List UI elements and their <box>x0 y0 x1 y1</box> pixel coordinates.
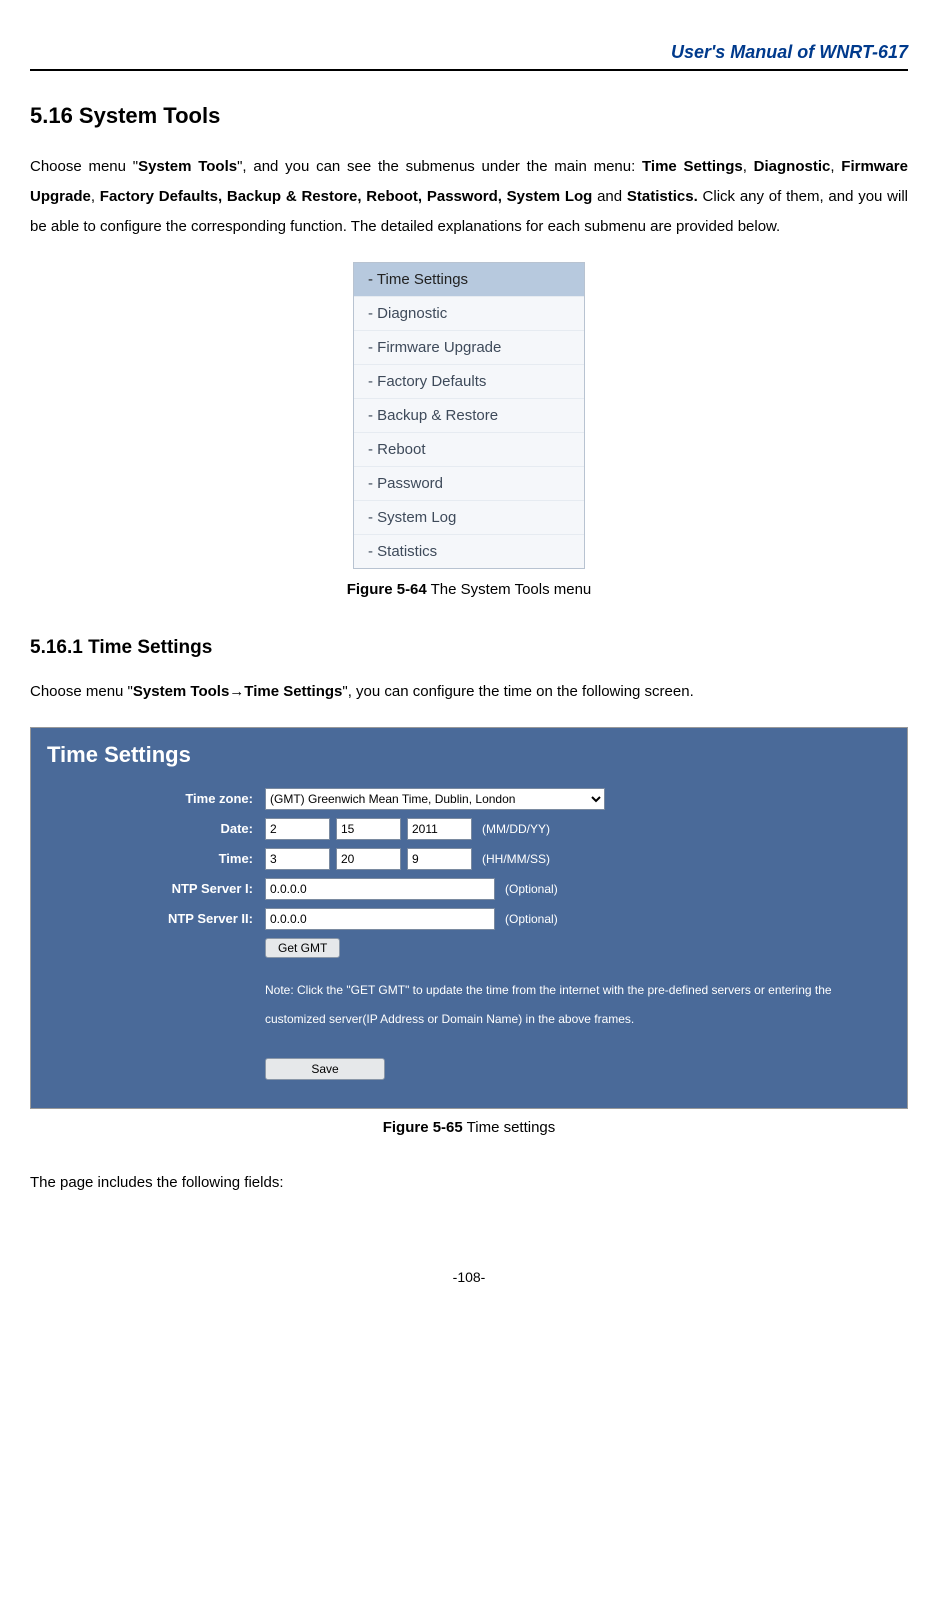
row-getgmt: Get GMT <box>43 938 895 958</box>
text: ", and you can see the submenus under th… <box>237 158 642 175</box>
text: Choose menu " <box>30 158 138 175</box>
date-month-input[interactable] <box>265 818 330 840</box>
menu-item-factory-defaults[interactable]: - Factory Defaults <box>354 365 584 399</box>
row-time: Time: (HH/MM/SS) <box>43 848 895 870</box>
trailing-text: The page includes the following fields: <box>30 1168 908 1198</box>
note-text: Note: Click the "GET GMT" to update the … <box>265 976 895 1034</box>
figure-text: The System Tools menu <box>427 581 592 598</box>
ntp2-hint: (Optional) <box>505 911 558 928</box>
section-intro: Choose menu "System Tools", and you can … <box>30 152 908 242</box>
text: ", you can configure the time on the fol… <box>342 683 693 700</box>
text: , <box>830 158 841 175</box>
text-bold: Diagnostic <box>754 158 831 175</box>
text-bold: Factory Defaults, Backup & Restore, Rebo… <box>100 188 593 205</box>
text-bold: System Tools <box>138 158 237 175</box>
text: , <box>743 158 754 175</box>
menu-item-backup-restore[interactable]: - Backup & Restore <box>354 399 584 433</box>
figure-caption-2: Figure 5-65 Time settings <box>30 1117 908 1138</box>
text: , <box>91 188 100 205</box>
menu-item-reboot[interactable]: - Reboot <box>354 433 584 467</box>
menu-item-system-log[interactable]: - System Log <box>354 501 584 535</box>
label-timezone: Time zone: <box>43 790 265 808</box>
time-settings-panel: Time Settings Time zone: (GMT) Greenwich… <box>30 727 908 1109</box>
panel-title: Time Settings <box>47 740 895 771</box>
system-tools-menu: - Time Settings - Diagnostic - Firmware … <box>353 262 585 569</box>
label-time: Time: <box>43 850 265 868</box>
label-ntp2: NTP Server II: <box>43 910 265 928</box>
figure-caption-1: Figure 5-64 The System Tools menu <box>30 579 908 600</box>
subsection-heading: 5.16.1 Time Settings <box>30 635 908 662</box>
row-save: Save <box>43 1058 895 1080</box>
time-minute-input[interactable] <box>336 848 401 870</box>
menu-item-time-settings[interactable]: - Time Settings <box>354 263 584 297</box>
section-heading: 5.16 System Tools <box>30 101 908 132</box>
label-date: Date: <box>43 820 265 838</box>
save-button[interactable]: Save <box>265 1058 385 1080</box>
ntp1-input[interactable] <box>265 878 495 900</box>
date-year-input[interactable] <box>407 818 472 840</box>
timezone-select[interactable]: (GMT) Greenwich Mean Time, Dublin, Londo… <box>265 788 605 810</box>
menu-item-statistics[interactable]: - Statistics <box>354 535 584 568</box>
menu-item-password[interactable]: - Password <box>354 467 584 501</box>
menu-item-diagnostic[interactable]: - Diagnostic <box>354 297 584 331</box>
date-hint: (MM/DD/YY) <box>482 821 550 838</box>
text: Choose menu " <box>30 683 133 700</box>
ntp2-input[interactable] <box>265 908 495 930</box>
menu-item-firmware-upgrade[interactable]: - Firmware Upgrade <box>354 331 584 365</box>
time-hour-input[interactable] <box>265 848 330 870</box>
time-second-input[interactable] <box>407 848 472 870</box>
figure-label-2: Figure 5-65 <box>383 1119 463 1136</box>
page-number: -108- <box>30 1268 908 1288</box>
text-bold: System Tools→Time Settings <box>133 683 343 700</box>
row-ntp1: NTP Server I: (Optional) <box>43 878 895 900</box>
row-timezone: Time zone: (GMT) Greenwich Mean Time, Du… <box>43 788 895 810</box>
get-gmt-button[interactable]: Get GMT <box>265 938 340 958</box>
figure-label: Figure 5-64 <box>347 581 427 598</box>
figure-text-2: Time settings <box>463 1119 556 1136</box>
ntp1-hint: (Optional) <box>505 881 558 898</box>
text-bold: Time Settings <box>642 158 743 175</box>
time-hint: (HH/MM/SS) <box>482 851 550 868</box>
date-day-input[interactable] <box>336 818 401 840</box>
label-ntp1: NTP Server I: <box>43 880 265 898</box>
manual-header: User's Manual of WNRT-617 <box>30 40 908 71</box>
text-bold: Statistics. <box>627 188 698 205</box>
row-ntp2: NTP Server II: (Optional) <box>43 908 895 930</box>
subsection-intro: Choose menu "System Tools→Time Settings"… <box>30 677 908 707</box>
text: and <box>592 188 627 205</box>
row-date: Date: (MM/DD/YY) <box>43 818 895 840</box>
